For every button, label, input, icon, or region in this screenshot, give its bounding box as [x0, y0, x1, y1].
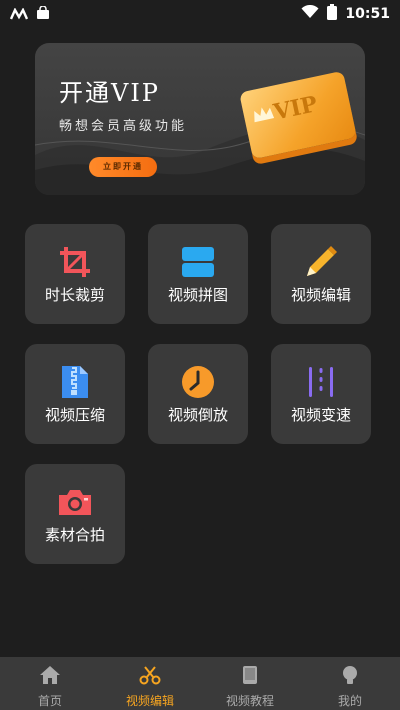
crop-icon [57, 244, 93, 280]
battery-icon [327, 4, 338, 24]
tool-video-reverse[interactable]: 视频倒放 [148, 344, 248, 444]
tab-video-edit[interactable]: 视频编辑 [100, 657, 200, 710]
tool-material-duet[interactable]: 素材合拍 [25, 464, 125, 564]
tool-label: 时长裁剪 [44, 286, 105, 304]
tool-video-compress[interactable]: 视频压缩 [25, 344, 125, 444]
tab-label: 视频编辑 [125, 694, 174, 708]
tab-label: 首页 [37, 694, 62, 708]
clock-icon [180, 364, 216, 400]
shopping-bag-icon [36, 5, 50, 24]
tool-trim-duration[interactable]: 时长裁剪 [25, 224, 125, 324]
home-icon [39, 665, 61, 689]
pencil-icon [303, 244, 339, 280]
carrier-logo-icon [9, 5, 29, 24]
tool-label: 视频压缩 [44, 406, 105, 424]
scissors-icon [139, 665, 161, 689]
status-bar: 10:51 [0, 0, 400, 26]
tab-video-tutorial[interactable]: 视频教程 [200, 657, 300, 710]
tool-label: 视频变速 [290, 406, 351, 424]
vip-card-text: VIP [271, 91, 320, 126]
vip-banner[interactable]: 开通VIP 畅想会员高级功能 立即开通 VIP [35, 43, 365, 195]
bottom-tab-bar: 首页 视频编辑 视频教程 我的 [0, 657, 400, 710]
status-time: 10:51 [345, 6, 390, 22]
banner-subtitle: 畅想会员高级功能 [59, 119, 188, 134]
tab-label: 视频教程 [225, 694, 274, 708]
wifi-icon [301, 4, 319, 23]
status-right: 10:51 [301, 4, 390, 24]
zip-icon [57, 364, 93, 400]
speed-bars-icon [303, 364, 339, 400]
open-vip-button[interactable]: 立即开通 [89, 157, 157, 177]
status-left [9, 5, 50, 24]
tool-video-speed[interactable]: 视频变速 [271, 344, 371, 444]
tool-video-collage[interactable]: 视频拼图 [148, 224, 248, 324]
tab-label: 我的 [337, 694, 362, 708]
layout-split-icon [180, 244, 216, 280]
tool-video-edit[interactable]: 视频编辑 [271, 224, 371, 324]
tab-home[interactable]: 首页 [0, 657, 100, 710]
tool-label: 视频倒放 [167, 406, 228, 424]
tab-profile[interactable]: 我的 [300, 657, 400, 710]
tool-label: 视频编辑 [290, 286, 351, 304]
tool-label: 视频拼图 [167, 286, 228, 304]
tool-label: 素材合拍 [44, 526, 105, 544]
book-icon [240, 665, 260, 689]
banner-title: 开通VIP [59, 79, 160, 107]
camera-icon [57, 484, 93, 520]
profile-icon [340, 665, 360, 689]
